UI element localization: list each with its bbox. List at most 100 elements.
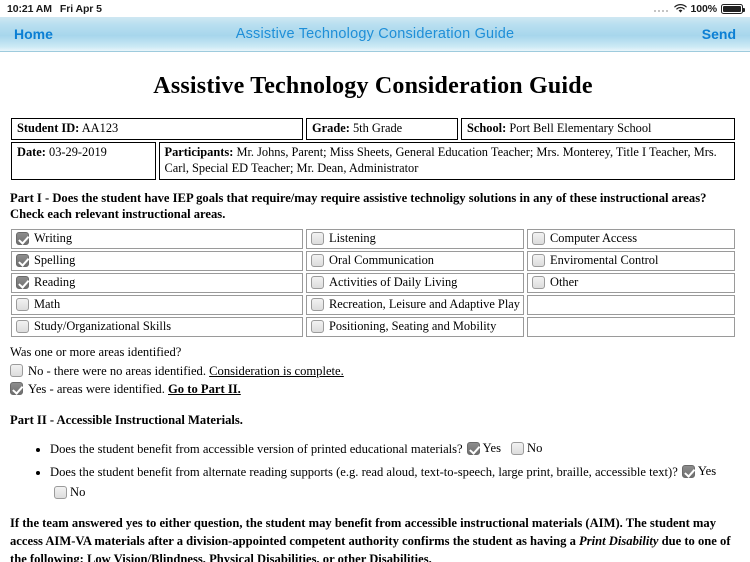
option-yes-row[interactable]: Yes - areas were identified. Go to Part … xyxy=(10,381,736,399)
table-row: Student ID: AA123 Grade: 5th Grade Schoo… xyxy=(11,118,735,140)
participants-label: Participants: xyxy=(164,144,234,159)
table-row: Writing Listening Computer Access xyxy=(11,228,735,249)
area-cell[interactable]: Positioning, Seating and Mobility xyxy=(306,316,524,337)
table-row: Spelling Oral Communication Enviromental C… xyxy=(11,250,735,271)
participants-cell: Participants: Mr. Johns, Parent; Miss Sh… xyxy=(158,141,735,180)
go-to-part-ii-link[interactable]: Go to Part II. xyxy=(168,382,241,396)
send-button[interactable]: Send xyxy=(702,26,736,42)
student-id-label: Student ID: xyxy=(17,121,80,135)
area-label: Activities of Daily Living xyxy=(329,274,458,289)
area-cell[interactable]: Enviromental Control xyxy=(527,250,735,271)
area-cell[interactable]: Writing xyxy=(11,228,303,249)
checkbox-no-areas-identified[interactable] xyxy=(10,363,23,377)
part1-heading: Part I - Does the student have IEP goals… xyxy=(10,190,707,221)
checkbox-q2-yes[interactable] xyxy=(681,465,695,479)
checkbox-area-other[interactable] xyxy=(532,275,545,289)
student-id-value[interactable]: AA123 xyxy=(82,121,118,135)
checkbox-area-reading[interactable] xyxy=(16,275,29,289)
area-cell[interactable]: Oral Communication xyxy=(306,250,524,271)
area-cell[interactable]: Recreation, Leisure and Adaptive Play xyxy=(306,294,524,315)
area-cell[interactable]: Listening xyxy=(306,228,524,249)
area-label: Enviromental Control xyxy=(550,252,659,267)
checkbox-yes-areas-identified[interactable] xyxy=(10,381,23,395)
area-label: Positioning, Seating and Mobility xyxy=(329,318,497,333)
status-bar-right: 100% xyxy=(653,2,745,15)
school-label: School: xyxy=(467,121,507,135)
checkbox-area-oral-communication[interactable] xyxy=(311,253,324,267)
area-label: Spelling xyxy=(34,252,76,267)
aim-closing-paragraph: If the team answered yes to either quest… xyxy=(10,515,736,562)
table-row: Date: 03-29-2019 Participants: Mr. Johns… xyxy=(11,141,735,180)
area-cell[interactable]: Spelling xyxy=(11,250,303,271)
checkbox-area-recreation-leisure-and-adaptive-play[interactable] xyxy=(311,297,324,311)
area-label: Math xyxy=(34,296,61,311)
wifi-icon xyxy=(673,3,687,14)
navigation-bar: Home Assistive Technology Consideration … xyxy=(0,17,750,52)
table-row: Math Recreation, Leisure and Adaptive Pla… xyxy=(11,294,735,315)
area-label: Study/Organizational Skills xyxy=(34,318,172,333)
date-value[interactable]: 03-29-2019 xyxy=(49,145,107,159)
status-bar-date: Fri Apr 5 xyxy=(59,2,102,15)
page-title: Assistive Technology Consideration Guide xyxy=(235,26,515,42)
checkbox-area-math[interactable] xyxy=(16,297,29,311)
area-label: Recreation, Leisure and Adaptive Play xyxy=(329,296,520,311)
checkbox-q1-no[interactable] xyxy=(510,441,524,455)
q1-no-label: No xyxy=(526,440,543,455)
signal-dots-icon xyxy=(653,5,670,13)
q1-yes-label: Yes xyxy=(482,440,501,455)
area-cell[interactable]: Study/Organizational Skills xyxy=(11,316,303,337)
checkbox-area-positioning-seating-and-mobility[interactable] xyxy=(311,319,324,333)
participants-value[interactable]: Mr. Johns, Parent; Miss Sheets, General … xyxy=(165,145,717,175)
area-cell[interactable]: Reading xyxy=(11,272,303,293)
instructional-areas-table: Writing Listening Computer Access Spelling O… xyxy=(8,227,738,339)
checkbox-area-study-organizational-skills[interactable] xyxy=(16,319,29,333)
checkbox-area-writing[interactable] xyxy=(16,231,29,245)
list-item: Does the student benefit from alternate … xyxy=(50,462,738,503)
area-cell[interactable]: Other xyxy=(527,272,735,293)
school-value[interactable]: Port Bell Elementary School xyxy=(509,121,651,135)
area-label: Reading xyxy=(34,274,76,289)
grade-cell: Grade: 5th Grade xyxy=(306,118,458,140)
document-title: Assistive Technology Consideration Guide xyxy=(153,73,593,99)
list-item: Does the student benefit from accessible… xyxy=(50,439,738,460)
area-label: Oral Communication xyxy=(329,252,434,267)
home-button[interactable]: Home xyxy=(14,26,53,42)
part2-question-text: Does the student benefit from alternate … xyxy=(50,465,678,480)
area-cell[interactable]: Activities of Daily Living xyxy=(306,272,524,293)
part2-question-text: Does the student benefit from accessible… xyxy=(50,441,463,456)
area-cell[interactable]: Computer Access xyxy=(527,228,735,249)
areas-identified-question: Was one or more areas identified? xyxy=(10,344,182,359)
student-id-cell: Student ID: AA123 xyxy=(11,118,303,140)
status-bar-left: 10:21 AM Fri Apr 5 xyxy=(7,3,102,15)
grade-label: Grade: xyxy=(312,121,350,135)
checkbox-area-enviromental-control[interactable] xyxy=(532,253,545,267)
area-cell-empty xyxy=(527,316,735,337)
consideration-complete-link[interactable]: Consideration is complete. xyxy=(209,364,344,378)
area-label: Listening xyxy=(329,230,376,245)
area-cell[interactable]: Math xyxy=(11,294,303,315)
date-cell: Date: 03-29-2019 xyxy=(11,141,156,180)
battery-percent-label: 100% xyxy=(690,2,718,15)
date-label: Date: xyxy=(17,144,46,159)
checkbox-area-activities-of-daily-living[interactable] xyxy=(311,275,324,289)
option-yes-label: Yes - areas were identified. Go to Part … xyxy=(28,381,241,399)
checkbox-q2-no[interactable] xyxy=(54,485,67,499)
area-label: Other xyxy=(550,274,579,289)
option-yes-text: Yes - areas were identified. xyxy=(28,381,169,396)
table-row: Reading Activities of Daily Living Other xyxy=(11,272,735,293)
print-disability-emphasis: Print Disability xyxy=(579,534,659,548)
school-cell: School: Port Bell Elementary School xyxy=(461,118,735,140)
checkbox-area-listening[interactable] xyxy=(311,231,324,245)
part2-heading: Part II - Accessible Instructional Mater… xyxy=(10,413,243,428)
option-no-text: No - there were no areas identified. xyxy=(28,363,210,378)
checkbox-area-computer-access[interactable] xyxy=(532,231,545,245)
student-info-table: Student ID: AA123 Grade: 5th Grade Schoo… xyxy=(8,116,738,182)
grade-value[interactable]: 5th Grade xyxy=(353,121,402,135)
checkbox-area-spelling[interactable] xyxy=(16,253,29,267)
part2-question-list: Does the student benefit from accessible… xyxy=(8,439,738,504)
q2-yes-label: Yes xyxy=(697,464,717,479)
document-body: Assistive Technology Consideration Guide… xyxy=(0,52,750,562)
option-no-row[interactable]: No - there were no areas identified. Con… xyxy=(10,363,736,381)
checkbox-q1-yes[interactable] xyxy=(466,441,480,455)
area-label: Computer Access xyxy=(550,230,638,245)
